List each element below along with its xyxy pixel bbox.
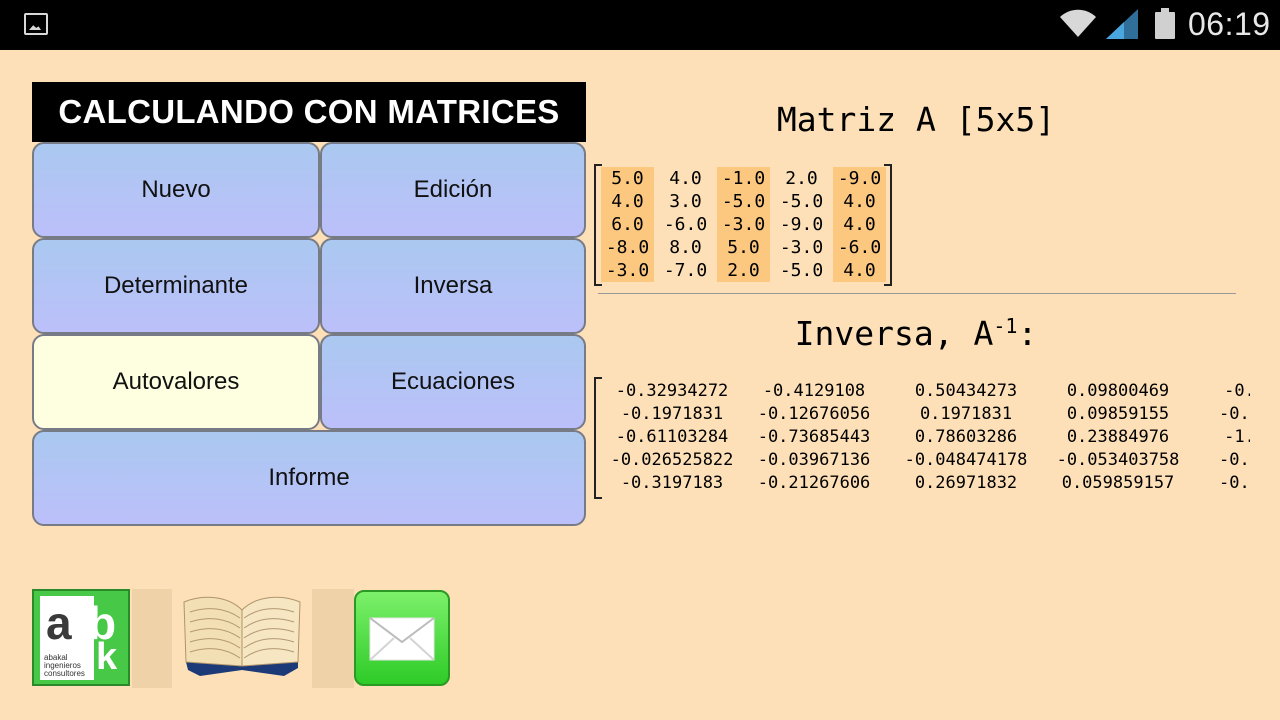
- matrix-cell: -5.0: [717, 190, 770, 213]
- matrix-cell: -3.0: [779, 237, 824, 258]
- autovalores-button[interactable]: Autovalores: [32, 334, 320, 430]
- inverse-cell: -0.026525822: [610, 450, 734, 470]
- logo-letter-k: k: [96, 636, 118, 678]
- nuevo-button[interactable]: Nuevo: [32, 142, 320, 238]
- inverse-cell: -0.73685443: [757, 427, 871, 447]
- inverse-cell: -0.4129108: [762, 381, 866, 401]
- matrix-cell: -9.0: [833, 167, 886, 190]
- matrix-cell: 4.0: [833, 190, 886, 213]
- inverse-cell: 0.059859157: [1061, 473, 1175, 493]
- inverse-heading: Inversa, A-1:: [794, 314, 1038, 353]
- inverse-cell: -0.053403758: [1056, 450, 1180, 470]
- inverse-cell: -0.6854: [1224, 381, 1250, 401]
- matrix-cell: 2.0: [717, 259, 770, 282]
- inverse-cell: 0.50434273: [914, 381, 1018, 401]
- inverse-cell: 0.09859155: [1066, 404, 1170, 424]
- inverse-cell: -0.05164: [1219, 450, 1250, 470]
- inverse-cell: -0.43661: [1219, 473, 1250, 493]
- inverse-cell: 0.78603286: [914, 427, 1018, 447]
- matrix-cell: -8.0: [601, 236, 654, 259]
- informe-button[interactable]: Informe: [32, 430, 586, 526]
- gallery-icon: [24, 13, 48, 35]
- battery-icon: [1155, 8, 1175, 39]
- inverse-cell: 0.1971831: [919, 404, 1013, 424]
- matrix-heading: Matriz A [5x5]: [776, 100, 1056, 139]
- status-bar: 06:19: [0, 0, 1280, 50]
- matrix-cell: -1.0: [717, 167, 770, 190]
- matrix-cell: -9.0: [779, 214, 824, 235]
- icon-separator: [312, 589, 354, 688]
- matrix-a-grid: 5.0 4.0 -1.0 2.0 -9.0 4.0 3.0 -5.0 -5.0 4.0 6.0 -6.…: [601, 167, 886, 282]
- wifi-icon: [1060, 9, 1096, 37]
- clock: 06:19: [1188, 6, 1271, 42]
- inverse-cell: -0.048474178: [904, 450, 1028, 470]
- determinante-button[interactable]: Determinante: [32, 238, 320, 334]
- inverse-matrix: -0.32934272 -0.4129108 0.50434273 0.0980046…: [594, 377, 1250, 499]
- inverse-cell: -0.03967136: [757, 450, 871, 470]
- matrix-a: 5.0 4.0 -1.0 2.0 -9.0 4.0 3.0 -5.0 -5.0 4.0 6.0 -6.…: [594, 164, 892, 286]
- inverse-cell: 0.26971832: [914, 473, 1018, 493]
- matrix-cell: 3.0: [669, 191, 702, 212]
- book-icon[interactable]: [180, 590, 304, 682]
- matrix-cell: 4.0: [601, 190, 654, 213]
- matrix-cell: -7.0: [663, 260, 708, 281]
- inverse-cell: -0.36619: [1219, 404, 1250, 424]
- matrix-cell: 6.0: [601, 213, 654, 236]
- matrix-cell: -3.0: [601, 259, 654, 282]
- matrix-cell: -3.0: [717, 213, 770, 236]
- inverse-matrix-grid: -0.32934272 -0.4129108 0.50434273 0.0980046…: [606, 380, 1250, 495]
- matrix-cell: -5.0: [779, 191, 824, 212]
- matrix-cell: 5.0: [717, 236, 770, 259]
- inverse-cell: -0.32934272: [615, 381, 729, 401]
- inverse-cell: -1.0657: [1224, 427, 1250, 447]
- matrix-cell: -6.0: [833, 236, 886, 259]
- matrix-cell: 4.0: [833, 213, 886, 236]
- matrix-cell: 2.0: [785, 168, 818, 189]
- matrix-cell: 4.0: [669, 168, 702, 189]
- inverse-cell: -0.21267606: [757, 473, 871, 493]
- inverse-cell: 0.09800469: [1066, 381, 1170, 401]
- mail-icon[interactable]: [354, 590, 450, 686]
- abakal-logo-icon[interactable]: a b k abakal ingenieros consultores: [32, 589, 130, 686]
- logo-letter-a: a: [46, 597, 72, 649]
- matrix-cell: -5.0: [779, 260, 824, 281]
- edicion-button[interactable]: Edición: [320, 142, 586, 238]
- inverse-cell: -0.1971831: [620, 404, 724, 424]
- ecuaciones-button[interactable]: Ecuaciones: [320, 334, 586, 430]
- divider: [598, 293, 1236, 294]
- matrix-cell: 5.0: [601, 167, 654, 190]
- logo-line-3: consultores: [44, 669, 85, 678]
- icon-separator: [132, 589, 172, 688]
- matrix-cell: -6.0: [663, 214, 708, 235]
- matrix-cell: 8.0: [669, 237, 702, 258]
- inverse-cell: 0.23884976: [1066, 427, 1170, 447]
- app-title: CALCULANDO CON MATRICES: [32, 82, 586, 142]
- signal-icon: [1106, 9, 1138, 39]
- inverse-cell: -0.12676056: [757, 404, 871, 424]
- inversa-button[interactable]: Inversa: [320, 238, 586, 334]
- inverse-cell: -0.61103284: [615, 427, 729, 447]
- matrix-cell: 4.0: [833, 259, 886, 282]
- inverse-cell: -0.3197183: [620, 473, 724, 493]
